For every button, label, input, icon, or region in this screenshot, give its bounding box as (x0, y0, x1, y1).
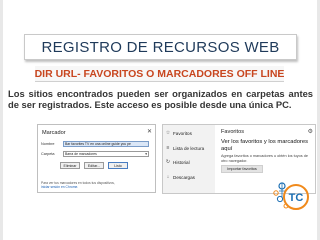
remove-button[interactable]: Eliminar (60, 162, 80, 169)
dialog-buttons: Eliminar Editar... Listo (60, 162, 128, 169)
hub-heading: Ver los favoritos y los marcadores aquí (221, 139, 308, 152)
close-icon[interactable]: ✕ (147, 128, 152, 135)
nav-item-history[interactable]: ↻ Historial (165, 159, 190, 165)
dialog-title: Marcador (42, 130, 66, 136)
reading-list-icon: ≡ (166, 145, 170, 151)
subtitle-bar: DIR URL- FAVORITOS O MARCADORES OFF LINE (35, 66, 284, 82)
folder-select[interactable]: Barra de marcadores ▾ (63, 151, 149, 157)
nav-item-label: Descargas (173, 174, 195, 180)
chevron-down-icon: ▾ (145, 152, 147, 156)
star-icon: ☆ (165, 130, 171, 136)
dialog-footer: Para ver tus marcadores en todos tus dis… (41, 181, 115, 189)
hub-description: Agrega favoritos o marcadores u obtén lo… (221, 154, 308, 163)
name-input[interactable]: Bar favorites TV en una online guide you… (63, 141, 149, 147)
nav-item-label: Lista de lectura (173, 145, 205, 151)
name-row: Nombre Bar favorites TV en una online gu… (41, 141, 149, 147)
import-favorites-button[interactable]: Importar favoritos (221, 165, 263, 173)
hub-nav: ☆ Favoritos ≡ Lista de lectura ↻ Histori… (163, 125, 215, 193)
folder-value: Barra de marcadores (65, 152, 97, 156)
logo-gear-dot (276, 195, 284, 203)
logo-gear-dot (273, 190, 279, 196)
sign-in-link[interactable]: iniciar sesión en Chrome. (41, 185, 115, 189)
nav-item-favorites[interactable]: ☆ Favoritos (165, 130, 192, 136)
nav-item-label: Historial (173, 159, 190, 165)
folder-label: Carpeta (41, 152, 55, 156)
nav-item-downloads[interactable]: ↓ Descargas (165, 174, 195, 180)
slide-title: REGISTRO DE RECURSOS WEB (41, 38, 280, 56)
history-icon: ↻ (165, 159, 171, 165)
edit-button[interactable]: Editar... (84, 162, 104, 169)
nav-item-label: Favoritos (173, 130, 192, 136)
name-label: Nombre (41, 142, 55, 146)
bookmark-dialog-screenshot: Marcador ✕ Nombre Bar favorites TV en un… (37, 124, 156, 193)
hub-panel-title: Favoritos (221, 129, 245, 135)
gear-icon[interactable]: ⚙ (308, 128, 313, 135)
slide-body-text: Los sitios encontrados pueden ser organi… (8, 88, 313, 111)
done-button[interactable]: Listo (108, 162, 128, 169)
download-icon: ↓ (166, 174, 170, 180)
nav-item-reading-list[interactable]: ≡ Lista de lectura (165, 145, 205, 151)
folder-row: Carpeta Barra de marcadores ▾ (41, 151, 149, 157)
slide-subtitle: DIR URL- FAVORITOS O MARCADORES OFF LINE (34, 67, 285, 80)
title-box: REGISTRO DE RECURSOS WEB (24, 34, 297, 60)
logo-text: TC (289, 192, 304, 204)
tc-logo: TC (273, 182, 309, 210)
